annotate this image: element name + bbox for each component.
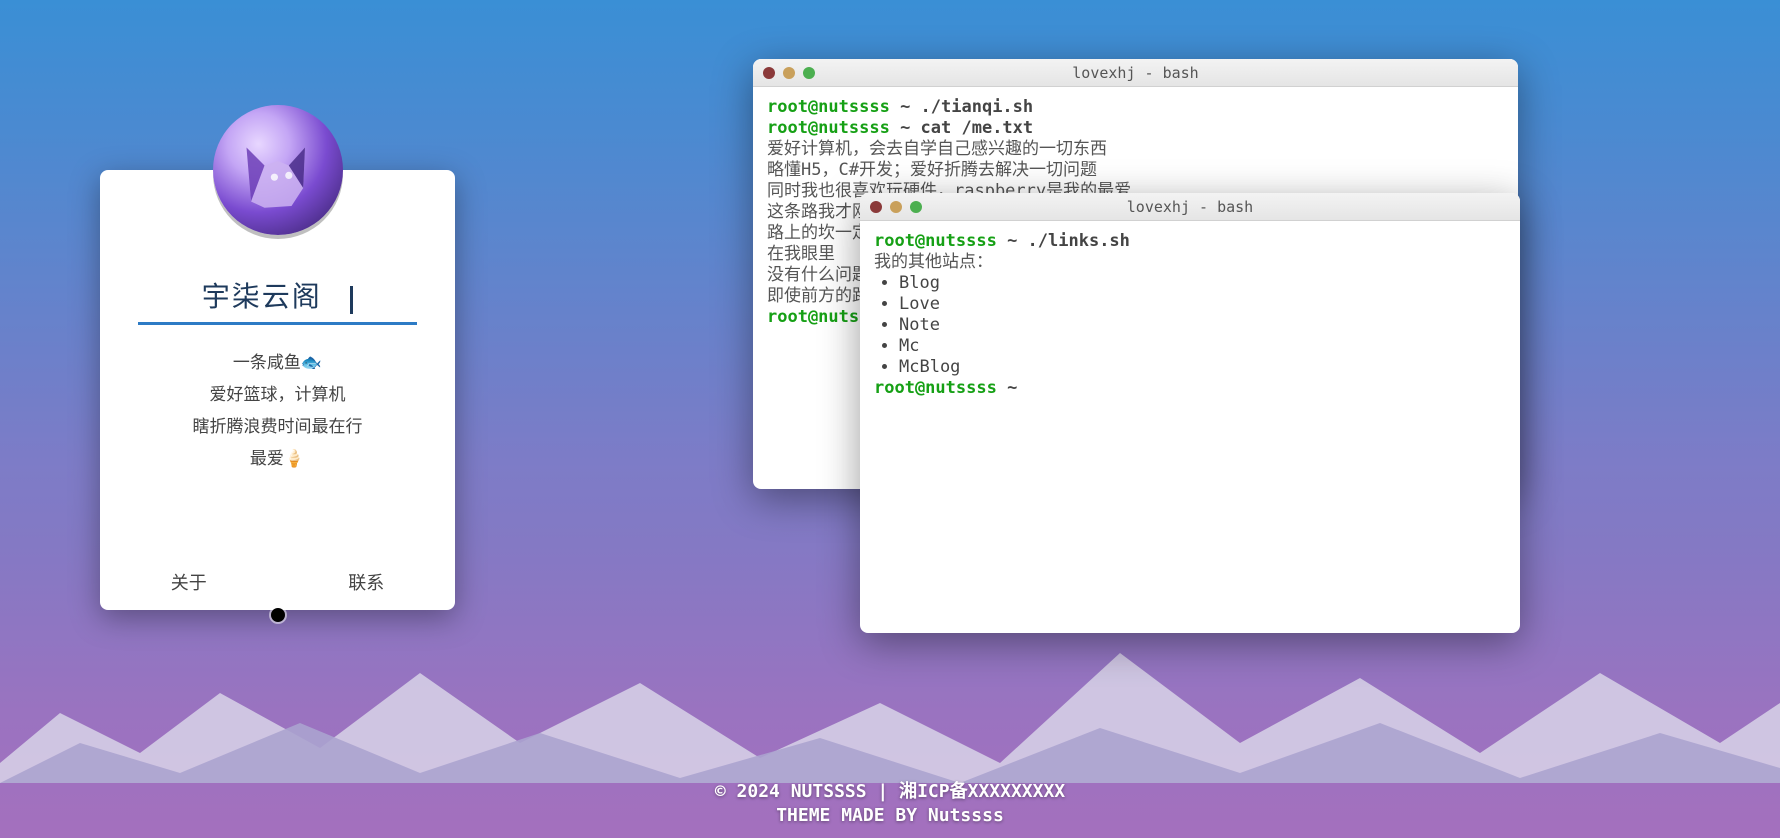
typing-cursor-icon [350, 286, 353, 314]
terminal-title: lovexhj - bash [1127, 198, 1253, 216]
desc-line: 爱好篮球，计算机 [100, 377, 455, 409]
icp-link[interactable]: 湘ICP备XXXXXXXXX [899, 781, 1065, 802]
maximize-icon[interactable] [803, 67, 815, 79]
site-link[interactable]: Love [899, 294, 1506, 315]
maximize-icon[interactable] [910, 201, 922, 213]
terminal-links: lovexhj - bash root@nutssss ~ ./links.sh… [860, 193, 1520, 633]
terminal-body: root@nutssss ~ ./links.sh我的其他站点：BlogLove… [860, 221, 1520, 409]
site-link[interactable]: Blog [899, 273, 1506, 294]
site-link[interactable]: Mc [899, 336, 1506, 357]
copyright: © 2024 NUTSSSS [715, 781, 867, 802]
desc-line: 最爱🍦 [100, 441, 455, 473]
footer: © 2024 NUTSSSS | 湘ICP备XXXXXXXXX THEME MA… [0, 780, 1780, 828]
minimize-icon[interactable] [890, 201, 902, 213]
contact-button[interactable]: 联系 [278, 554, 456, 610]
cat-icon [233, 125, 323, 215]
desc-line: 瞎折腾浪费时间最在行 [100, 409, 455, 441]
avatar [213, 105, 343, 235]
site-title: 宇柒云阁 [202, 275, 322, 315]
site-link[interactable]: Note [899, 315, 1506, 336]
close-icon[interactable] [763, 67, 775, 79]
desc-line: 一条咸鱼🐟 [100, 345, 455, 377]
terminal-titlebar[interactable]: lovexhj - bash [753, 59, 1518, 87]
theme-author-link[interactable]: Nutssss [928, 805, 1004, 826]
site-link[interactable]: McBlog [899, 357, 1506, 378]
terminal-titlebar[interactable]: lovexhj - bash [860, 193, 1520, 221]
terminal-title: lovexhj - bash [1072, 64, 1198, 82]
card-handle-icon [271, 608, 285, 622]
profile-card: 宇柒云阁 一条咸鱼🐟 爱好篮球，计算机 瞎折腾浪费时间最在行 最爱🍦 关于 联系 [100, 170, 455, 610]
close-icon[interactable] [870, 201, 882, 213]
card-divider [138, 322, 417, 325]
profile-description: 一条咸鱼🐟 爱好篮球，计算机 瞎折腾浪费时间最在行 最爱🍦 [100, 345, 455, 473]
about-button[interactable]: 关于 [100, 554, 278, 610]
minimize-icon[interactable] [783, 67, 795, 79]
